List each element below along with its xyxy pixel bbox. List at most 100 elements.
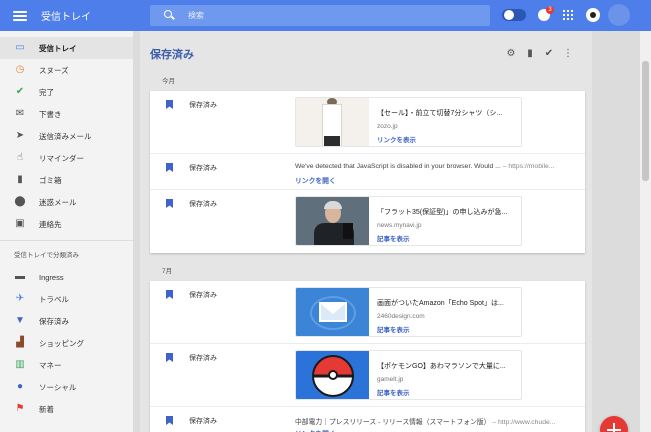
- app-title: 受信トレイ: [41, 12, 91, 23]
- list-item[interactable]: 保存済み 画面がついたAmazon「Echo Spot」は... 2460desig…: [150, 281, 585, 344]
- sidebar-item-label: 保存済み: [39, 316, 69, 326]
- search-bar[interactable]: [150, 5, 490, 26]
- sidebar-item-label: リマインダー: [39, 153, 84, 163]
- snippet-source: – https://mobile...: [500, 163, 555, 170]
- search-icon[interactable]: [164, 9, 176, 22]
- pin-toggle[interactable]: [502, 9, 526, 21]
- row-label: 保存済み: [189, 418, 217, 425]
- thumbnail-image: [296, 98, 369, 146]
- sidebar-bundle-money[interactable]: ▥ マネー: [0, 354, 133, 376]
- main-header: 保存済み ⚙ ▮ ✔ ⋮: [150, 43, 582, 65]
- bookmark-icon: [166, 290, 173, 299]
- account-icon[interactable]: [586, 8, 600, 22]
- sidebar-item-check[interactable]: ✔ 完了: [0, 81, 133, 103]
- preview-text: 「フラット35(保証型)」の申し込みが急... news.mynavi.jp 記事を…: [369, 197, 519, 245]
- reminder-icon: ☝: [16, 152, 24, 163]
- contacts-icon: ▣: [15, 218, 25, 229]
- bookmark-icon: [166, 163, 173, 172]
- preview-title: 【セール】・前立て切替7分シャツ（シ...: [377, 110, 503, 117]
- more-vert-icon[interactable]: ⋮: [562, 48, 574, 60]
- avatar[interactable]: [608, 4, 630, 26]
- row-label: 保存済み: [189, 102, 217, 109]
- sidebar-bundle-bookmark[interactable]: ▼ 保存済み: [0, 310, 133, 332]
- sidebar-bundle-travel[interactable]: ✈ トラベル: [0, 288, 133, 310]
- month-header: 今月: [162, 78, 175, 85]
- open-link[interactable]: リンクを開く: [295, 175, 336, 185]
- trash-icon[interactable]: ▮: [524, 48, 536, 60]
- top-bar: 受信トレイ 3: [0, 0, 651, 31]
- sidebar-item-label: スヌーズ: [39, 65, 69, 75]
- sidebar-item-trash[interactable]: ▮ ゴミ箱: [0, 169, 133, 191]
- snippet-body: 中部電力｜プレスリリース - リリース情報（スマートフォン版）: [295, 419, 491, 426]
- preview-link[interactable]: 記事を表示: [377, 233, 519, 243]
- settings-gear-icon[interactable]: ⚙: [505, 48, 517, 60]
- preview-link[interactable]: リンクを表示: [377, 134, 519, 144]
- link-preview-card[interactable]: 画面がついたAmazon「Echo Spot」は... 2460design.co…: [295, 287, 522, 337]
- page-title: 保存済み: [150, 49, 194, 61]
- saved-items-card: 保存済み 画面がついたAmazon「Echo Spot」は... 2460desig…: [150, 281, 585, 432]
- social-icon: ●: [16, 381, 24, 392]
- clock-icon: ◷: [15, 64, 25, 75]
- thumbnail-image: [296, 351, 369, 399]
- sidebar-bundle-cart[interactable]: ▟ ショッピング: [0, 332, 133, 354]
- compose-fab-button[interactable]: [600, 416, 628, 432]
- link-preview-card[interactable]: 【セール】・前立て切替7分シャツ（シ... zozo.jp リンクを表示: [295, 97, 522, 147]
- row-label: 保存済み: [189, 292, 217, 299]
- row-label: 保存済み: [189, 201, 217, 208]
- bookmark-icon: [166, 199, 173, 208]
- list-item[interactable]: 保存済み We've detected that JavaScript is di…: [150, 154, 585, 190]
- sidebar-bundle-ingress[interactable]: ▬ Ingress: [0, 266, 133, 288]
- list-item[interactable]: 保存済み 中部電力｜プレスリリース - リリース情報（スマートフォン版） – ht…: [150, 407, 585, 432]
- thumbnail-image: [296, 197, 369, 245]
- list-item[interactable]: 保存済み 【ポケモンGO】あわマラソンで大量に... gamelt.jp 記事を表示: [150, 344, 585, 407]
- preview-text: 【セール】・前立て切替7分シャツ（シ... zozo.jp リンクを表示: [369, 98, 519, 146]
- sidebar-item-label: 連絡先: [39, 219, 62, 229]
- preview-link[interactable]: 記事を表示: [377, 387, 519, 397]
- preview-link[interactable]: 記事を表示: [377, 324, 519, 334]
- sidebar: ▭ 受信トレイ ◷ スヌーズ ✔ 完了 ✉ 下書き ➤ 送信済みメール ☝ リマインダー ▮ ゴミ箱 ⬤ 迷惑…: [0, 31, 133, 432]
- sidebar-item-reminder[interactable]: ☝ リマインダー: [0, 147, 133, 169]
- sidebar-bundle-flag[interactable]: ⚑ 新着: [0, 398, 133, 420]
- scrollbar[interactable]: [640, 31, 651, 432]
- apps-grid-icon[interactable]: [563, 10, 573, 20]
- send-icon: ➤: [15, 130, 25, 141]
- spam-icon: ⬤: [14, 196, 26, 207]
- money-icon: ▥: [15, 359, 25, 370]
- sidebar-item-label: ソーシャル: [39, 382, 77, 392]
- flag-icon: ⚑: [15, 403, 25, 414]
- link-preview-card[interactable]: 【ポケモンGO】あわマラソンで大量に... gamelt.jp 記事を表示: [295, 350, 522, 400]
- link-preview-card[interactable]: 「フラット35(保証型)」の申し込みが急... news.mynavi.jp 記事を…: [295, 196, 522, 246]
- main-content: 保存済み ⚙ ▮ ✔ ⋮ 今月 保存済み 【セール】・前立て切替7分シャツ（シ...…: [140, 31, 592, 432]
- sidebar-item-label: ショッピング: [39, 338, 84, 348]
- sidebar-item-inbox[interactable]: ▭ 受信トレイ: [0, 37, 133, 59]
- sidebar-divider: [0, 240, 133, 241]
- saved-items-card: 保存済み 【セール】・前立て切替7分シャツ（シ... zozo.jp リンクを表示 保存…: [150, 91, 585, 253]
- sidebar-item-clock[interactable]: ◷ スヌーズ: [0, 59, 133, 81]
- thumbnail-image: [296, 288, 369, 336]
- preview-text: 画面がついたAmazon「Echo Spot」は... 2460design.co…: [369, 288, 519, 336]
- sidebar-item-spam[interactable]: ⬤ 迷惑メール: [0, 191, 133, 213]
- done-check-icon[interactable]: ✔: [543, 48, 555, 60]
- sidebar-item-contacts[interactable]: ▣ 連絡先: [0, 213, 133, 235]
- sidebar-item-label: 受信トレイ: [39, 43, 77, 53]
- menu-icon[interactable]: [13, 10, 27, 21]
- list-item[interactable]: 保存済み 「フラット35(保証型)」の申し込みが急... news.mynavi.j…: [150, 190, 585, 253]
- snippet-body: We've detected that JavaScript is disabl…: [295, 163, 501, 170]
- preview-title: 【ポケモンGO】あわマラソンで大量に...: [377, 363, 506, 370]
- inbox-icon: ▭: [15, 42, 25, 53]
- scroll-thumb[interactable]: [642, 61, 649, 181]
- snippet-source: – http://www.chude...: [490, 419, 556, 426]
- sidebar-bundle-social[interactable]: ● ソーシャル: [0, 376, 133, 398]
- preview-domain: 2460design.com: [377, 313, 425, 320]
- open-link[interactable]: リンクを開く: [295, 428, 336, 432]
- sidebar-item-label: 送信済みメール: [39, 131, 92, 141]
- list-item[interactable]: 保存済み 【セール】・前立て切替7分シャツ（シ... zozo.jp リンクを表示: [150, 91, 585, 154]
- sidebar-item-label: 下書き: [39, 109, 62, 119]
- sidebar-item-draft[interactable]: ✉ 下書き: [0, 103, 133, 125]
- search-input[interactable]: [188, 11, 468, 20]
- sidebar-item-label: トラベル: [39, 294, 69, 304]
- sidebar-item-send[interactable]: ➤ 送信済みメール: [0, 125, 133, 147]
- bookmark-icon: [166, 100, 173, 109]
- preview-text: 【ポケモンGO】あわマラソンで大量に... gamelt.jp 記事を表示: [369, 351, 519, 399]
- preview-domain: zozo.jp: [377, 123, 398, 130]
